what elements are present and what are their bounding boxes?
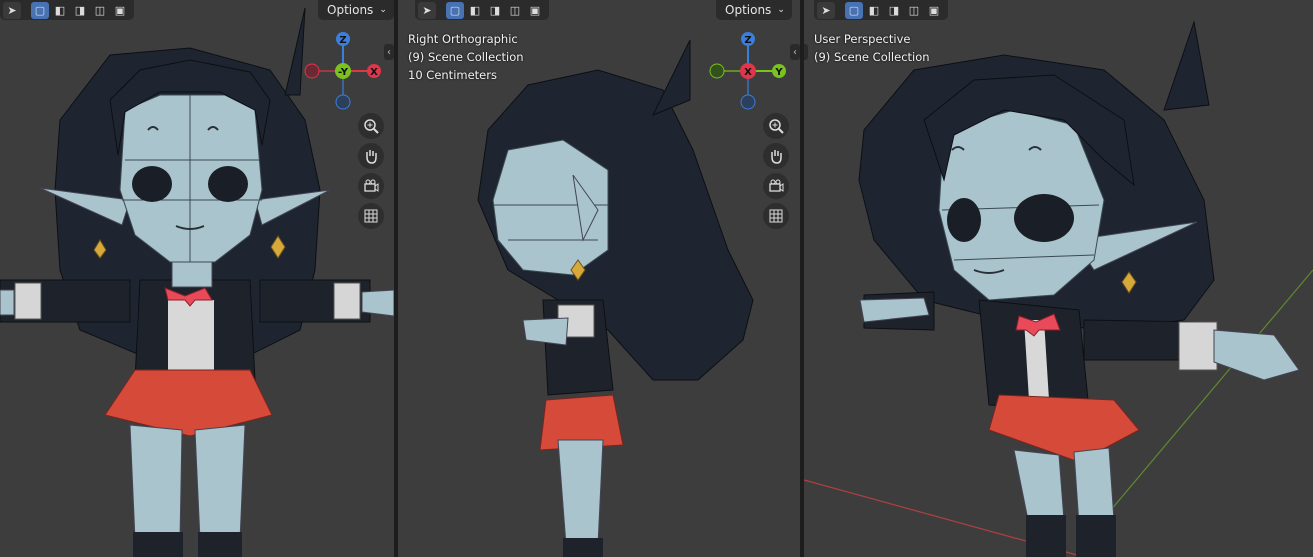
gizmo-z-label: Z [744,35,751,46]
extend-icon[interactable]: ◧ [51,2,69,19]
viewport-front[interactable]: ➤ ▢ ◧ ◨ ◫ ▣ Options ⌄ Z X -Y ‹ [0,0,394,557]
zoom-icon[interactable] [763,113,789,139]
view-name: Right Orthographic [408,32,518,46]
extend-icon[interactable]: ◧ [466,2,484,19]
navigation-gizmo[interactable]: Z Y X [705,30,795,110]
subtract-icon[interactable]: ◨ [71,2,89,19]
intersect-icon[interactable]: ▣ [526,2,544,19]
camera-view-icon[interactable] [763,173,789,199]
options-label: Options [725,3,772,17]
camera-view-icon[interactable] [358,173,384,199]
character-model-perspective [804,20,1313,557]
gizmo-z-label: Z [339,35,346,46]
chevron-down-icon: ⌄ [379,5,387,15]
options-dropdown[interactable]: Options ⌄ [318,0,394,20]
intersect-icon[interactable]: ▣ [925,2,943,19]
sidebar-toggle-front[interactable]: ‹ [384,44,394,60]
cursor-select-icon[interactable]: ➤ [3,1,21,19]
extend-icon[interactable]: ◧ [865,2,883,19]
invert-icon[interactable]: ◫ [91,2,109,19]
viewport-header-right: ➤ ▢ ◧ ◨ ◫ ▣ [415,0,549,20]
view-name: User Perspective [814,32,911,46]
collection-name: (9) Scene Collection [408,50,524,64]
pan-hand-icon[interactable] [763,143,789,169]
cursor-select-icon[interactable]: ➤ [418,1,436,19]
chevron-down-icon: ⌄ [777,5,785,15]
options-label: Options [327,3,374,17]
select-box-icon[interactable]: ▢ [31,1,49,19]
grid-scale: 10 Centimeters [408,68,497,82]
viewport-header-perspective: ➤ ▢ ◧ ◨ ◫ ▣ [814,0,948,20]
viewport-right[interactable]: ➤ ▢ ◧ ◨ ◫ ▣ Options ⌄ Right Orthographic… [398,0,800,557]
collection-name: (9) Scene Collection [814,50,930,64]
pan-hand-icon[interactable] [358,143,384,169]
select-box-icon[interactable]: ▢ [845,1,863,19]
subtract-icon[interactable]: ◨ [885,2,903,19]
gizmo-y-label: -Y [338,67,349,78]
sidebar-toggle-perspective[interactable]: ‹ [804,44,808,60]
options-dropdown[interactable]: Options ⌄ [716,0,792,20]
zoom-icon[interactable] [358,113,384,139]
intersect-icon[interactable]: ▣ [111,2,129,19]
viewport-perspective[interactable]: ➤ ▢ ◧ ◨ ◫ ▣ User Perspective (9) Scene C… [804,0,1313,557]
navigation-gizmo[interactable]: Z X -Y [300,30,390,110]
gizmo-x-label: X [370,67,378,78]
gizmo-x-label: X [744,67,752,78]
gizmo-y-label: Y [774,67,783,78]
viewport-info-perspective: User Perspective (9) Scene Collection [814,30,930,66]
invert-icon[interactable]: ◫ [506,2,524,19]
ortho-grid-icon[interactable] [763,203,789,229]
cursor-select-icon[interactable]: ➤ [817,1,835,19]
invert-icon[interactable]: ◫ [905,2,923,19]
viewport-info-right: Right Orthographic (9) Scene Collection … [408,30,524,84]
ortho-grid-icon[interactable] [358,203,384,229]
sidebar-toggle-right[interactable]: ‹ [790,44,800,60]
select-box-icon[interactable]: ▢ [446,1,464,19]
viewport-header-front: ➤ ▢ ◧ ◨ ◫ ▣ [0,0,134,20]
subtract-icon[interactable]: ◨ [486,2,504,19]
